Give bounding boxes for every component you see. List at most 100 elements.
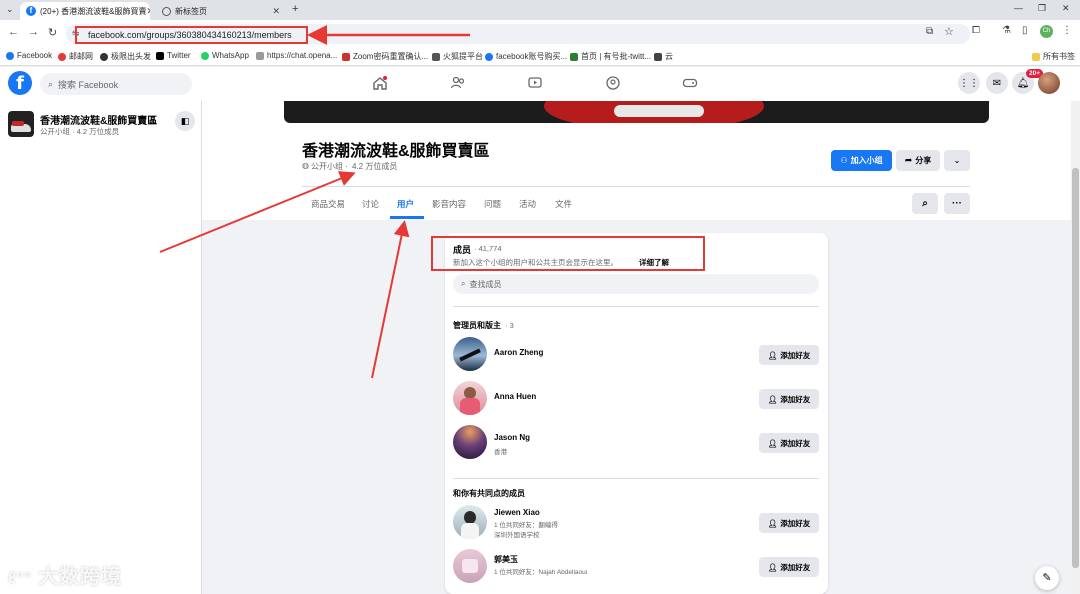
tab-marketplace[interactable]: 商品交易 <box>311 198 345 210</box>
member-avatar[interactable] <box>453 337 487 371</box>
add-friend-label: 添加好友 <box>780 394 811 404</box>
bookmark-item[interactable]: 邮邮网 <box>58 51 93 62</box>
minimize-icon[interactable]: — <box>1014 3 1023 13</box>
tab-facebook-group[interactable]: f (20+) 香港潮流波鞋&服飾買賣 ✕ <box>20 2 150 20</box>
tab-discussion[interactable]: 讨论 <box>362 198 379 210</box>
site-icon <box>570 52 578 61</box>
add-friend-button[interactable]: 👤︎ 添加好友 <box>759 345 819 365</box>
find-member-input[interactable]: ⌕ 查找成员 <box>453 274 819 294</box>
close-tab-icon[interactable]: ✕ <box>272 6 280 17</box>
add-friend-button[interactable]: 👤︎ 添加好友 <box>759 389 819 409</box>
account-avatar[interactable] <box>1038 72 1060 94</box>
new-message-icon[interactable]: ✎ <box>1035 566 1059 590</box>
bookmark-item[interactable]: Twitter <box>156 51 191 60</box>
all-bookmarks[interactable]: 所有书签 <box>1032 51 1075 62</box>
share-button[interactable]: ➦ 分享 <box>896 150 940 171</box>
bookmark-label: WhatsApp <box>212 51 249 60</box>
add-friend-button[interactable]: 👤︎ 添加好友 <box>759 433 819 453</box>
tab-questions[interactable]: 问题 <box>484 198 501 210</box>
sidebar-group-name[interactable]: 香港潮流波鞋&服飾買賣區 <box>40 112 157 127</box>
groups-icon[interactable] <box>605 75 621 91</box>
facebook-favicon-icon: f <box>26 6 36 16</box>
bookmark-item[interactable]: Zoom密码重置确认... <box>342 51 428 62</box>
add-friend-icon: 👤︎ <box>767 394 778 404</box>
tab-people[interactable]: 用户 <box>397 198 414 210</box>
add-friend-label: 添加好友 <box>780 350 811 360</box>
group-members-count[interactable]: 4.2 万位成员 <box>352 161 397 172</box>
bookmark-star-icon[interactable]: ☆ <box>944 25 954 38</box>
facebook-icon <box>485 52 493 61</box>
side-panel-icon[interactable]: ▯ <box>1022 25 1028 36</box>
close-tab-icon[interactable]: ✕ <box>146 6 150 17</box>
bookmark-item[interactable]: 云 <box>654 51 673 62</box>
bookmark-item[interactable]: WhatsApp <box>201 51 249 60</box>
bookmark-item[interactable]: facebook账号购买... <box>485 51 567 62</box>
watch-icon[interactable] <box>527 75 543 91</box>
bookmark-item[interactable]: Facebook <box>6 51 52 60</box>
member-name[interactable]: Aaron Zheng <box>494 348 543 357</box>
reload-icon[interactable]: ↻ <box>48 26 57 39</box>
mutual-friends[interactable]: 1 位共同好友：Najah Abdellaoui <box>494 566 587 576</box>
member-name[interactable]: Jiewen Xiao <box>494 508 540 517</box>
page-icon <box>256 51 264 60</box>
member-avatar[interactable] <box>453 505 487 539</box>
member-avatar[interactable] <box>453 549 487 583</box>
more-options-button[interactable]: ⌄ <box>944 150 970 171</box>
tab-new-tab[interactable]: 新标签页 ✕ <box>156 2 286 20</box>
bookmark-label: 邮邮网 <box>69 52 93 61</box>
group-more-button[interactable]: ··· <box>944 193 970 214</box>
back-icon[interactable]: ← <box>8 26 19 38</box>
group-cover-photo[interactable] <box>284 101 989 123</box>
menu-grid-icon[interactable]: ⋮⋮ <box>958 72 980 94</box>
profile-avatar[interactable]: Ch <box>1040 25 1053 38</box>
add-friend-icon: 👤︎ <box>767 518 778 528</box>
bookmark-item[interactable]: 极限出头发 <box>100 51 151 62</box>
forward-icon[interactable]: → <box>28 26 39 38</box>
home-icon[interactable] <box>372 75 388 91</box>
tab-media[interactable]: 影音内容 <box>432 198 466 210</box>
toggle-sidebar-icon[interactable]: ◧ <box>175 111 195 131</box>
member-name[interactable]: Anna Huen <box>494 392 536 401</box>
mutual-friends[interactable]: 1 位共同好友：翻编得 <box>494 519 558 529</box>
tab-search-icon[interactable]: ⌄ <box>6 4 14 15</box>
extensions-icon[interactable]: ⧠ <box>972 25 980 36</box>
install-app-icon[interactable]: ⧉ <box>926 26 933 37</box>
tab-events[interactable]: 活动 <box>519 198 536 210</box>
group-search-button[interactable]: ⌕ <box>912 193 938 214</box>
mail-icon <box>342 52 350 61</box>
scrollbar-thumb[interactable] <box>1072 168 1079 568</box>
tab-title: (20+) 香港潮流波鞋&服飾買賣 <box>40 6 147 16</box>
maximize-icon[interactable]: ❐ <box>1038 3 1046 14</box>
tab-title: 新标签页 <box>175 6 207 16</box>
add-friend-button[interactable]: 👤︎ 添加好友 <box>759 513 819 533</box>
bookmark-item[interactable]: https://chat.opena... <box>256 51 337 60</box>
friends-icon[interactable] <box>450 75 466 91</box>
lab-icon[interactable]: ⚗ <box>1002 25 1011 36</box>
member-school: 深圳外国语学校 <box>494 532 540 539</box>
search-placeholder: 搜索 Facebook <box>58 79 119 90</box>
add-friend-button[interactable]: 👤︎ 添加好友 <box>759 557 819 577</box>
gaming-icon[interactable] <box>682 75 698 91</box>
menu-icon[interactable]: ⋮ <box>1062 25 1072 36</box>
close-window-icon[interactable]: ✕ <box>1062 3 1070 14</box>
search-icon: ⌕ <box>922 198 928 209</box>
annotation-box-members <box>431 236 705 271</box>
facebook-icon <box>6 51 14 60</box>
facebook-logo[interactable]: f <box>8 71 32 95</box>
globe-icon: ◍ <box>302 161 309 170</box>
bookmark-item[interactable]: 首页 | 有号批-twitt... <box>570 51 651 62</box>
join-group-button[interactable]: ⚇ 加入小组 <box>831 150 892 171</box>
tab-files[interactable]: 文件 <box>555 198 572 210</box>
messenger-icon[interactable]: ✉ <box>986 72 1008 94</box>
new-tab-button[interactable]: + <box>292 3 298 15</box>
facebook-search-input[interactable]: ⌕ 搜索 Facebook <box>40 73 192 95</box>
member-avatar[interactable] <box>453 381 487 415</box>
group-thumbnail[interactable] <box>8 111 34 137</box>
member-avatar[interactable] <box>453 425 487 459</box>
bookmark-label: https://chat.opena... <box>267 51 338 60</box>
bookmark-item[interactable]: 火狐提平台 <box>432 51 483 62</box>
left-sidebar: 香港潮流波鞋&服飾買賣區 公开小组 · 4.2 万位成员 ◧ <box>0 101 202 594</box>
member-name[interactable]: 郭美玉 <box>494 554 518 565</box>
facebook-header: f ⌕ 搜索 Facebook ⋮⋮ ✉ 🔔︎ 20+ <box>0 67 1080 101</box>
member-name[interactable]: Jason Ng <box>494 433 530 442</box>
